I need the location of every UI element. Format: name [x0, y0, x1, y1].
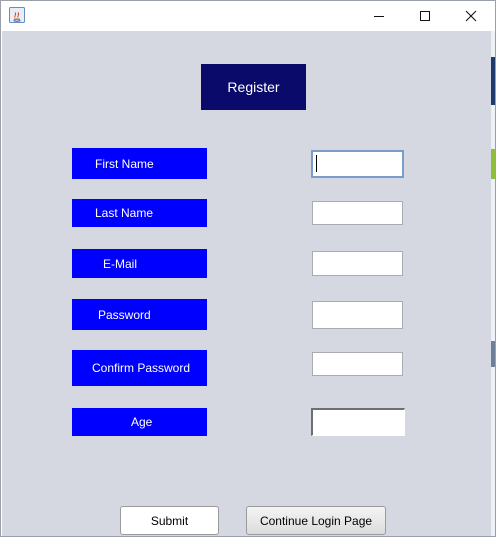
password-input[interactable]: [312, 301, 403, 329]
minimize-button[interactable]: [356, 1, 402, 31]
maximize-button[interactable]: [402, 1, 448, 31]
last-name-input[interactable]: [312, 201, 403, 225]
java-icon[interactable]: [9, 7, 25, 23]
confirm-password-input[interactable]: [312, 352, 403, 376]
email-label: E-Mail: [72, 249, 207, 278]
age-input[interactable]: [311, 408, 405, 436]
age-label: Age: [72, 408, 207, 436]
title-bar[interactable]: [1, 1, 495, 31]
confirm-password-label: Confirm Password: [72, 350, 207, 386]
submit-button[interactable]: Submit: [120, 506, 219, 535]
first-name-input[interactable]: [311, 150, 404, 178]
maximize-icon: [420, 11, 430, 21]
register-title: Register: [201, 64, 306, 110]
registration-window: Register First Name Last Name E-Mail Pas…: [0, 0, 496, 537]
password-label: Password: [72, 299, 207, 330]
close-button[interactable]: [448, 1, 494, 31]
email-input[interactable]: [312, 251, 403, 276]
continue-login-button[interactable]: Continue Login Page: [246, 506, 386, 535]
minimize-icon: [374, 16, 384, 17]
text-caret: [316, 155, 317, 172]
close-icon: [465, 10, 477, 22]
first-name-label: First Name: [72, 148, 207, 179]
last-name-label: Last Name: [72, 199, 207, 227]
background-window-edge: [491, 31, 495, 536]
